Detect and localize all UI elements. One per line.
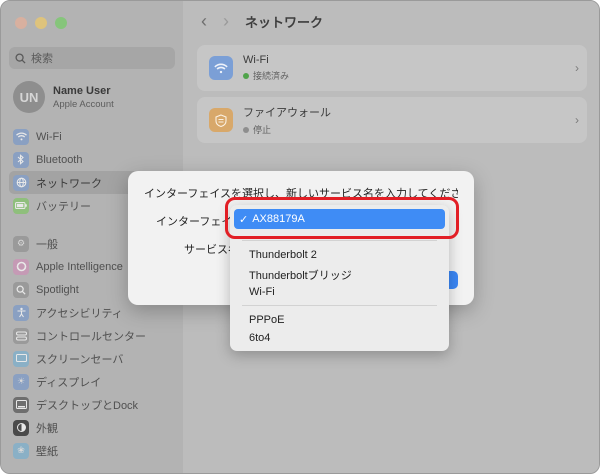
sidebar-item-wifi[interactable]: Wi-Fi (9, 125, 175, 148)
settings-window: 検索 UN Name User Apple Account Wi-Fi Blue… (0, 0, 600, 474)
sidebar-item-screensaver[interactable]: スクリーンセーバ (9, 347, 175, 370)
gear-icon: ⚙ (13, 235, 29, 252)
status-dot (243, 72, 249, 79)
service-status: 接続済み (253, 71, 290, 81)
sidebar-item-bluetooth[interactable]: Bluetooth (9, 148, 175, 171)
forward-icon[interactable]: › (223, 11, 229, 32)
sidebar-item-label: 外観 (36, 422, 58, 435)
sidebar-item-label: コントロールセンター (36, 330, 146, 343)
minimize-window-button[interactable] (35, 17, 47, 29)
chevron-right-icon: › (575, 113, 579, 127)
dropdown-option[interactable]: Thunderbolt 2 (249, 249, 317, 261)
service-name: ファイアウォール (243, 107, 331, 119)
sidebar-item-label: Bluetooth (36, 153, 83, 166)
back-icon[interactable]: ‹ (201, 11, 207, 32)
close-window-button[interactable] (15, 17, 27, 29)
sidebar-item-label: Apple Intelligence (36, 260, 123, 273)
bluetooth-icon (13, 151, 29, 168)
sidebar-item-label: 壁紙 (36, 445, 58, 458)
dropdown-option[interactable]: PPPoE (249, 314, 284, 326)
chevron-right-icon: › (575, 61, 579, 75)
search-field[interactable]: 検索 (9, 47, 175, 69)
sidebar-item-display[interactable]: ☀ ディスプレイ (9, 370, 175, 393)
search-icon (15, 52, 26, 64)
sidebar-item-appearance[interactable]: 外観 (9, 416, 175, 439)
wifi-icon (13, 128, 29, 145)
apple-intelligence-icon (13, 258, 29, 275)
sidebar-item-label: スクリーンセーバ (36, 353, 124, 366)
service-status: 停止 (253, 125, 272, 135)
sidebar-item-label: バッテリー (36, 200, 91, 213)
toolbar: ‹ › ネットワーク (201, 11, 323, 32)
dropdown-option[interactable]: Wi-Fi (249, 286, 275, 298)
firewall-icon (209, 108, 233, 132)
spotlight-icon (13, 281, 29, 298)
battery-icon (13, 197, 29, 214)
sidebar-item-wallpaper[interactable]: ❀ 壁紙 (9, 439, 175, 462)
window-controls (15, 17, 67, 29)
status-dot (243, 126, 249, 133)
sidebar-item-label: ディスプレイ (36, 376, 102, 389)
sidebar-item-label: Spotlight (36, 283, 79, 296)
search-placeholder: 検索 (31, 53, 53, 65)
sidebar-item-control-center[interactable]: コントロールセンター (9, 324, 175, 347)
service-card-firewall[interactable]: ファイアウォール 停止 › (197, 97, 587, 143)
account-name: Name User (53, 84, 111, 97)
sidebar-item-label: Wi-Fi (36, 130, 62, 143)
wallpaper-icon: ❀ (13, 442, 29, 459)
sidebar-item-label: ネットワーク (36, 177, 102, 190)
sidebar-item-label: 一般 (36, 238, 58, 251)
dropdown-option[interactable]: Thunderboltブリッジ (249, 267, 352, 283)
annotation-highlight (225, 197, 459, 239)
appearance-icon (13, 419, 29, 436)
wifi-icon (209, 56, 233, 80)
menu-separator (242, 305, 437, 306)
page-title: ネットワーク (245, 15, 324, 30)
screensaver-icon (13, 350, 29, 367)
account-item[interactable]: UN Name User Apple Account (13, 81, 114, 113)
sidebar-item-label: アクセシビリティ (36, 307, 123, 320)
sidebar-item-label: デスクトップとDock (36, 399, 139, 412)
dropdown-option[interactable]: 6to4 (249, 332, 270, 344)
service-card-wifi[interactable]: Wi-Fi 接続済み › (197, 45, 587, 91)
avatar: UN (13, 81, 45, 113)
service-name: Wi-Fi (243, 54, 269, 66)
account-subtitle: Apple Account (53, 98, 114, 110)
display-icon: ☀ (13, 373, 29, 390)
maximize-window-button[interactable] (55, 17, 67, 29)
accessibility-icon (13, 304, 29, 321)
dock-icon (13, 396, 29, 413)
network-icon (13, 174, 29, 191)
control-center-icon (13, 327, 29, 344)
sidebar-item-desktop-dock[interactable]: デスクトップとDock (9, 393, 175, 416)
menu-separator (242, 240, 437, 241)
